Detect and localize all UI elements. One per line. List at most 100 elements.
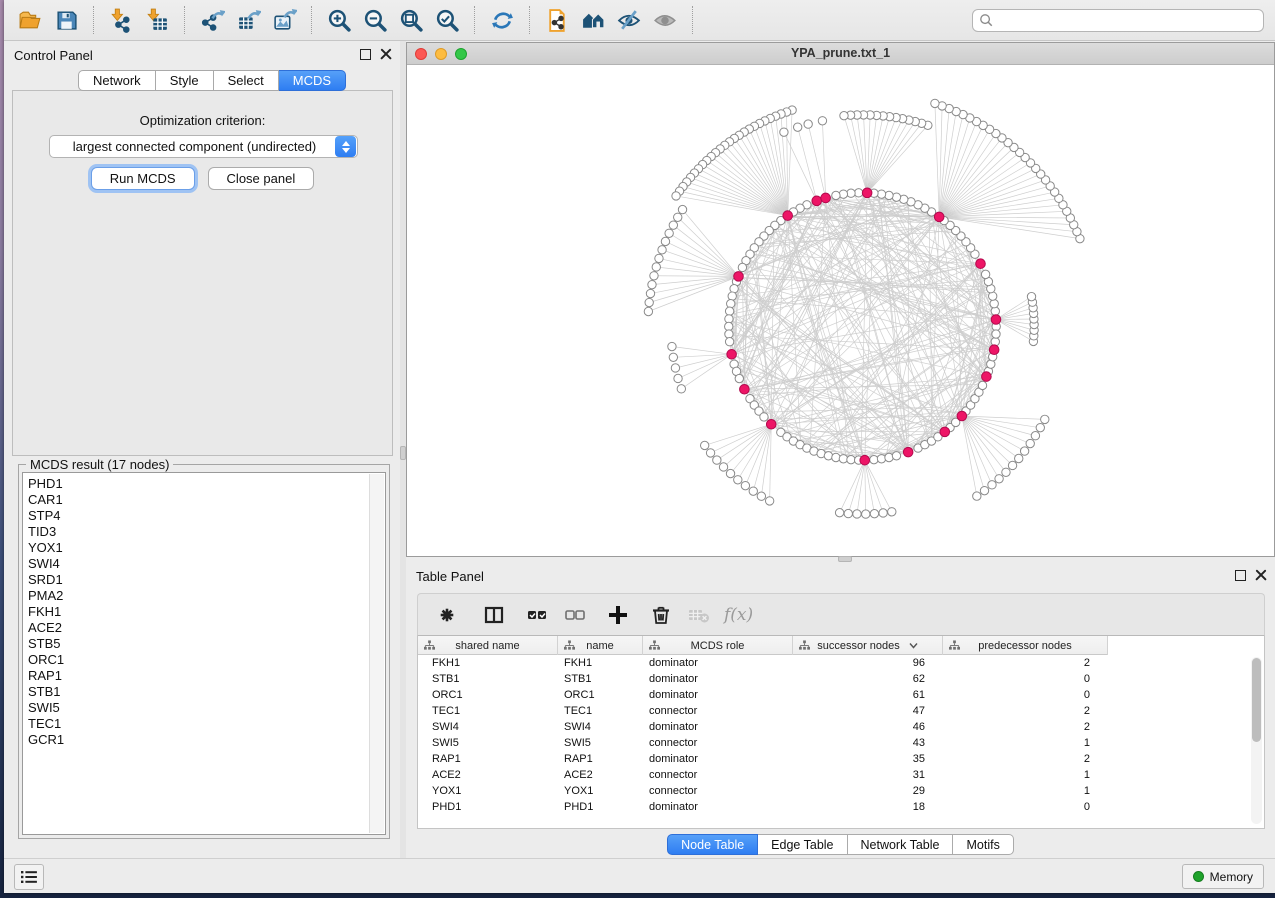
cell-predecessor-nodes: 2 bbox=[943, 705, 1108, 717]
toolbar-separator bbox=[93, 6, 94, 34]
document-share-button[interactable] bbox=[542, 5, 572, 35]
mcds-result-item[interactable]: PHD1 bbox=[28, 476, 365, 492]
eye-hidden-button[interactable] bbox=[614, 5, 644, 35]
optimization-criterion-dropdown[interactable]: largest connected component (undirected) bbox=[49, 135, 358, 158]
mcds-result-item[interactable]: SWI5 bbox=[28, 700, 365, 716]
search-input[interactable] bbox=[994, 11, 1263, 30]
column-header-name[interactable]: name bbox=[558, 636, 643, 655]
mcds-result-item[interactable]: TID3 bbox=[28, 524, 365, 540]
mcds-result-item[interactable]: STB1 bbox=[28, 684, 365, 700]
horizontal-splitter-handle[interactable] bbox=[838, 556, 852, 562]
control-panel-tabs: NetworkStyleSelectMCDS bbox=[78, 70, 346, 91]
table-panel-float-button[interactable] bbox=[1235, 570, 1246, 581]
table-row[interactable]: STB1STB1dominator620 bbox=[418, 671, 1264, 687]
deselect-all-icon bbox=[563, 603, 587, 627]
zoom-fit-button[interactable] bbox=[396, 5, 426, 35]
table-gear-button[interactable] bbox=[432, 600, 462, 630]
tab-network[interactable]: Network bbox=[78, 70, 156, 91]
mcds-result-item[interactable]: CAR1 bbox=[28, 492, 365, 508]
houses-button[interactable] bbox=[578, 5, 608, 35]
mcds-result-item[interactable]: STB5 bbox=[28, 636, 365, 652]
cell-predecessor-nodes: 2 bbox=[943, 657, 1108, 669]
column-header-shared-name[interactable]: shared name bbox=[418, 636, 558, 655]
cell-predecessor-nodes: 1 bbox=[943, 785, 1108, 797]
control-panel: Control Panel NetworkStyleSelectMCDS Opt… bbox=[4, 41, 400, 858]
table-row[interactable]: YOX1YOX1connector291 bbox=[418, 783, 1264, 799]
tab-style[interactable]: Style bbox=[156, 70, 214, 91]
import-table-button[interactable] bbox=[142, 5, 172, 35]
select-all-button[interactable] bbox=[522, 600, 552, 630]
function-builder-button[interactable]: f(x) bbox=[724, 605, 753, 625]
clear-table-button[interactable] bbox=[684, 600, 714, 630]
table-row[interactable]: SWI4SWI4dominator462 bbox=[418, 719, 1264, 735]
mcds-result-item[interactable]: TEC1 bbox=[28, 716, 365, 732]
table-row[interactable]: RAP1RAP1dominator352 bbox=[418, 751, 1264, 767]
mcds-result-item[interactable]: YOX1 bbox=[28, 540, 365, 556]
table-row[interactable]: ACE2ACE2connector311 bbox=[418, 767, 1264, 783]
run-mcds-button[interactable]: Run MCDS bbox=[91, 167, 195, 190]
task-history-button[interactable] bbox=[14, 864, 44, 890]
save-session-button[interactable] bbox=[51, 5, 81, 35]
tab-edge-table[interactable]: Edge Table bbox=[758, 834, 847, 855]
import-network-icon bbox=[109, 8, 134, 33]
eye-button[interactable] bbox=[650, 5, 680, 35]
zoom-out-icon bbox=[363, 8, 388, 33]
tab-node-table[interactable]: Node Table bbox=[667, 834, 758, 855]
table-columns-button[interactable] bbox=[479, 600, 509, 630]
control-panel-float-button[interactable] bbox=[360, 49, 371, 60]
close-panel-button[interactable]: Close panel bbox=[208, 167, 315, 190]
delete-column-button[interactable] bbox=[646, 600, 676, 630]
add-column-button[interactable] bbox=[603, 600, 633, 630]
cell-MCDS-role: dominator bbox=[643, 801, 793, 813]
cell-name: TEC1 bbox=[558, 705, 643, 717]
optimization-criterion-value: largest connected component (undirected) bbox=[50, 139, 335, 154]
control-panel-close-button[interactable] bbox=[380, 48, 392, 60]
apply-layout-button[interactable] bbox=[487, 5, 517, 35]
mcds-result-item[interactable]: RAP1 bbox=[28, 668, 365, 684]
tab-motifs[interactable]: Motifs bbox=[953, 834, 1013, 855]
tab-network-table[interactable]: Network Table bbox=[848, 834, 954, 855]
table-row[interactable]: ORC1ORC1dominator610 bbox=[418, 687, 1264, 703]
network-canvas[interactable] bbox=[407, 65, 1274, 556]
mcds-list-scrollbar[interactable] bbox=[369, 474, 384, 833]
table-toolbar: f(x) bbox=[417, 593, 1265, 636]
table-row[interactable]: TEC1TEC1connector472 bbox=[418, 703, 1264, 719]
tab-select[interactable]: Select bbox=[214, 70, 279, 91]
column-header-predecessor-nodes[interactable]: predecessor nodes bbox=[943, 636, 1108, 655]
column-header-MCDS-role[interactable]: MCDS role bbox=[643, 636, 793, 655]
main-toolbar bbox=[4, 0, 1275, 41]
memory-button[interactable]: Memory bbox=[1182, 864, 1264, 889]
table-row[interactable]: FKH1FKH1dominator962 bbox=[418, 655, 1264, 671]
cell-successor-nodes: 18 bbox=[793, 801, 943, 813]
mcds-result-item[interactable]: ACE2 bbox=[28, 620, 365, 636]
control-panel-header: Control Panel bbox=[4, 41, 400, 67]
mcds-result-item[interactable]: GCR1 bbox=[28, 732, 365, 748]
table-row[interactable]: SWI5SWI5connector431 bbox=[418, 735, 1264, 751]
open-file-button[interactable] bbox=[15, 5, 45, 35]
zoom-in-button[interactable] bbox=[324, 5, 354, 35]
export-network-button[interactable] bbox=[197, 5, 227, 35]
cell-name: STB1 bbox=[558, 673, 643, 685]
export-image-button[interactable] bbox=[269, 5, 299, 35]
mcds-result-item[interactable]: PMA2 bbox=[28, 588, 365, 604]
column-header-successor-nodes[interactable]: successor nodes bbox=[793, 636, 943, 655]
tab-mcds[interactable]: MCDS bbox=[279, 70, 346, 91]
cell-MCDS-role: connector bbox=[643, 737, 793, 749]
zoom-out-button[interactable] bbox=[360, 5, 390, 35]
mcds-result-item[interactable]: ORC1 bbox=[28, 652, 365, 668]
table-row[interactable]: PHD1PHD1dominator180 bbox=[418, 799, 1264, 815]
mcds-result-item[interactable]: SRD1 bbox=[28, 572, 365, 588]
toolbar-icon-group bbox=[12, 5, 702, 35]
table-scrollbar-thumb[interactable] bbox=[1252, 658, 1261, 742]
mcds-result-item[interactable]: FKH1 bbox=[28, 604, 365, 620]
zoom-selected-button[interactable] bbox=[432, 5, 462, 35]
mcds-result-item[interactable]: STP4 bbox=[28, 508, 365, 524]
mcds-result-item[interactable]: SWI4 bbox=[28, 556, 365, 572]
import-network-button[interactable] bbox=[106, 5, 136, 35]
table-panel-close-button[interactable] bbox=[1255, 569, 1267, 581]
cell-predecessor-nodes: 1 bbox=[943, 737, 1108, 749]
deselect-all-button[interactable] bbox=[560, 600, 590, 630]
network-canvas-svg[interactable] bbox=[407, 65, 1274, 556]
export-table-button[interactable] bbox=[233, 5, 263, 35]
network-view-window: YPA_prune.txt_1 bbox=[406, 42, 1275, 557]
